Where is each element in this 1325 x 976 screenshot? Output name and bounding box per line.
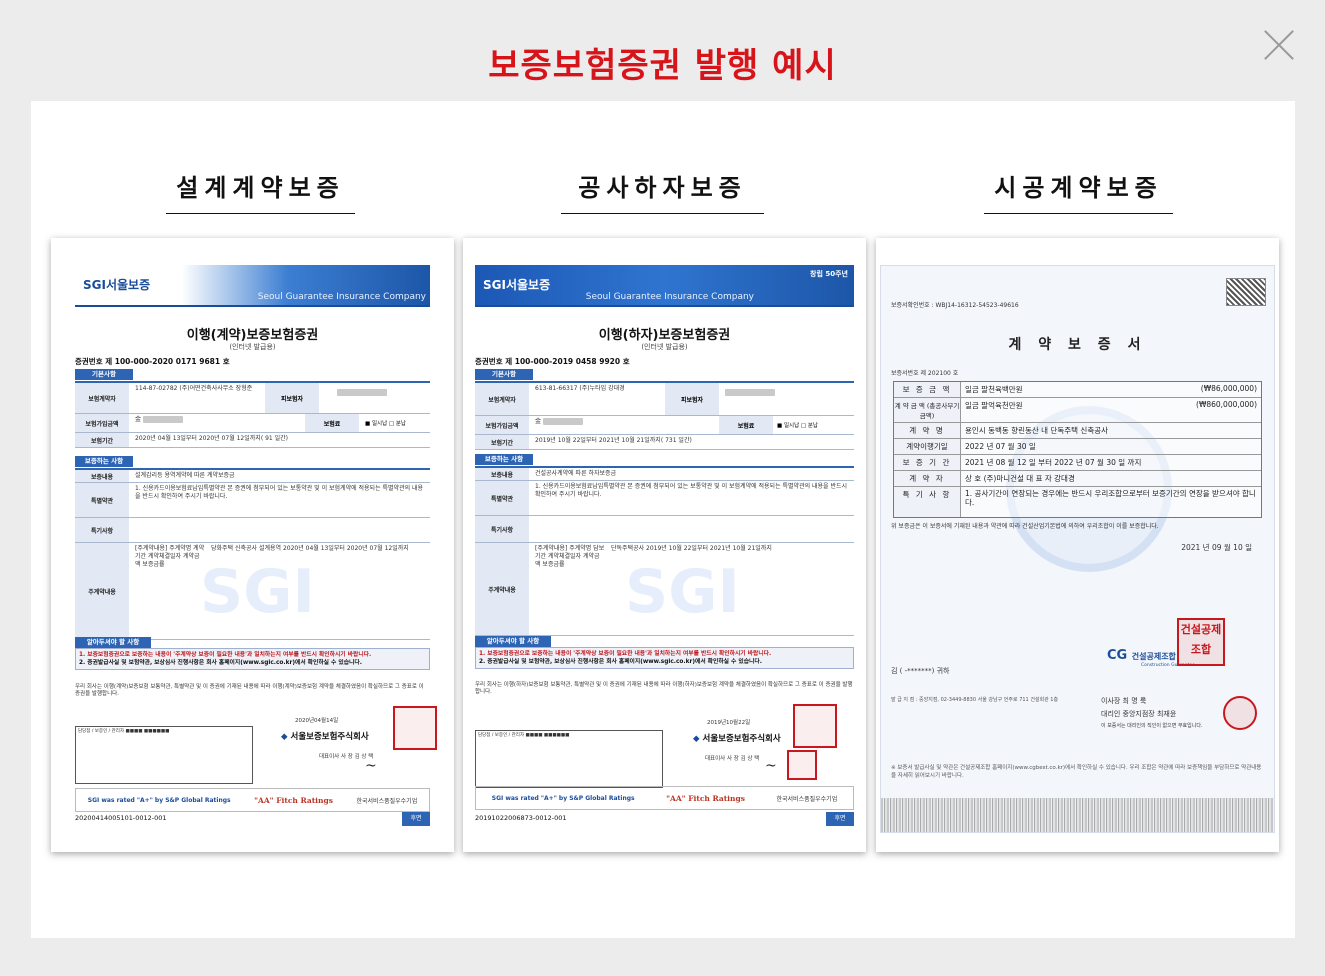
sgi-logo: SGI서울보증 [83,278,151,292]
back-side-button[interactable]: 후면 [402,812,430,826]
section-basic: 기본사항 [475,369,533,380]
certificate-title: 이행(계약)보증보험증권 [186,328,319,343]
certificate-title: 계 약 보 증 서 [1008,337,1147,353]
signature-mark: ~ [765,758,777,774]
table-row: 보 증 금 액 일금 팔천육백만원 (₩86,000,000) [894,382,1261,398]
basic-table: 보험계약자 114-87-02782 (주)어떤건축사사무소 장형준 피보험자 … [75,381,430,448]
company-seal-stamp [393,706,437,750]
table-row: 계 약 명 용인시 동백동 향린동산 내 단독주택 신축공사 [894,423,1261,439]
certificate-body-text: 우리 회사는 이행(계약)보증보험 보통약관, 특별약관 및 이 증권에 기재된… [75,684,424,697]
agent-seal-stamp [1223,696,1257,730]
sgi-logo: SGI서울보증 [483,278,551,292]
certificate-number: 증권번호 제 100-000-2020 0171 9681 호 [75,357,230,366]
certificate-doc-number: 보증서번호 제 202100 호 [891,370,959,377]
table-row: 계 약 금 액 (총공사부기금액) 일금 팔억육천만원 (₩860,000,000) [894,398,1261,423]
section-notice: 알아두셔야 할 사항 [475,636,551,647]
brand-english: Seoul Guarantee Insurance Company [257,292,426,302]
company-seal-stamp-small [787,750,817,780]
guarantee-table: 보 증 금 액 일금 팔천육백만원 (₩86,000,000) 계 약 금 액 (총… [893,381,1262,518]
ratings-bar: SGI was rated "A+" by S&P Global Ratings… [475,786,854,810]
category-label-defect: 공사하자보증 [561,168,764,214]
table-row: 보 증 기 간 2021 년 08 월 12 일 부터 2022 년 07 월 3… [894,455,1261,471]
branch-info: 발 급 지 점 : 중앙지점, 02-3449-8830 서울 강남구 언주로 … [891,697,1059,703]
footnote: ※ 보증서 발급사실 및 약관은 건설공제조합 홈페이지(www.cgbest.… [891,765,1262,779]
certificate-banner: SGI서울보증 창립 50주년 Seoul Guarantee Insuranc… [475,265,854,307]
certificate-banner: SGI서울보증 Seoul Guarantee Insurance Compan… [75,265,430,307]
section-guarantee: 보증하는 사항 [475,454,533,465]
certificate-body-text: 우리 회사는 이행(하자)보증보험 보통약관, 특별약관 및 이 증권에 기재된… [475,682,853,695]
company-name: ◆ 서울보증보험주식회사 [281,732,369,742]
sgi-watermark: SGI [625,557,740,627]
redacted-text [337,389,387,396]
category-label-design: 설계계약보증 [166,168,355,214]
section-basic: 기본사항 [75,369,133,380]
table-row: 계 약 자상 호 (주)마니건설 대 표 자 강대경 [894,471,1261,487]
company-seal-stamp [793,704,837,748]
table-row: 계약이행기일 2022 년 07 월 30 일 [894,439,1261,455]
table-row: 특 기 사 항 1. 공사기간이 연장되는 경우에는 반드시 우리조합으로부터 보… [894,487,1261,517]
brand-english: Seoul Guarantee Insurance Company [585,292,754,302]
section-notice: 알아두셔야 할 사항 [75,637,151,648]
period-value: 2019년 10월 22일부터 2021년 10월 21일까지( 731 일간) [535,437,692,444]
cg-logo: CG 건설공제조합 [1107,648,1176,663]
contract-guarantee-document: 보증서확인번호 : WBJ14-16312-54523-49616 계 약 보 … [880,265,1275,833]
certificate-subtitle: (인터넷 발급용) [229,343,276,351]
section-guarantee: 보증하는 사항 [75,456,133,467]
contractor-value: 114-87-02782 (주)어떤건축사사무소 장형준 [135,385,253,392]
certificate-title: 이행(하자)보증보험증권 [598,328,731,343]
company-name: ◆ 서울보증보험주식회사 [693,734,781,744]
page-title: 보증보험증권 발행 예시 [488,46,837,86]
notice-box: 1. 보증보험증권으로 보증하는 내용이 '주계약상 보증이 필요한 내용'과 … [475,647,854,669]
certificate-defect-guarantee[interactable]: SGI서울보증 창립 50주년 Seoul Guarantee Insuranc… [463,238,866,852]
footer-number: 20191022006873-0012-001 [475,814,567,822]
security-pattern-strip [881,798,1274,832]
certificate-construction-contract[interactable]: 보증서확인번호 : WBJ14-16312-54523-49616 계 약 보 … [876,238,1279,852]
redacted-text [725,389,775,396]
category-label-construction: 시공계약보증 [984,168,1173,214]
guarantee-statement: 위 보증금은 이 보증서에 기재된 내용과 약관에 따라 건설산업기본법에 의하… [891,523,1159,530]
ratings-bar: SGI was rated "A+" by S&P Global Ratings… [75,788,430,812]
ceo-signature: 대표이사 사 장 김 상 택 [705,756,760,762]
certificate-check-number: 보증서확인번호 : WBJ14-16312-54523-49616 [891,302,1019,309]
contractor-value: 613-81-66317 (주)누타임 강대경 [535,385,625,392]
recipient: 김 ( -*******) 귀하 [891,667,950,675]
close-icon[interactable] [1262,28,1296,62]
back-side-button[interactable]: 후면 [826,812,854,826]
certificate-number: 증권번호 제 100-000-2019 0458 9920 호 [475,357,630,366]
period-value: 2020년 04월 13일부터 2020년 07월 12일까지( 91 일간) [135,435,288,442]
sgi-watermark: SGI [200,557,315,627]
association-seal-stamp: 건설공제조합 [1177,618,1225,666]
branch-info-box: 담당점 / 보증인 / 관리자 ■■■■ ■■■■■■ [75,726,253,784]
signature-mark: ~ [365,758,377,774]
issue-date: 2021 년 09 월 10 일 [1181,543,1252,552]
certificate-subtitle: (인터넷 발급용) [641,343,688,351]
notice-box: 1. 보증보험증권으로 보증하는 내용이 '주계약상 보증이 필요한 내용'과 … [75,648,430,670]
branch-info-box: 담당점 / 보증인 / 관리자 ■■■■ ■■■■■■ [475,730,663,788]
anniversary-badge: 창립 50주년 [810,270,848,278]
footer-number: 20200414005101-0012-001 [75,814,167,822]
certificate-design-contract[interactable]: SGI서울보증 Seoul Guarantee Insurance Compan… [51,238,454,852]
